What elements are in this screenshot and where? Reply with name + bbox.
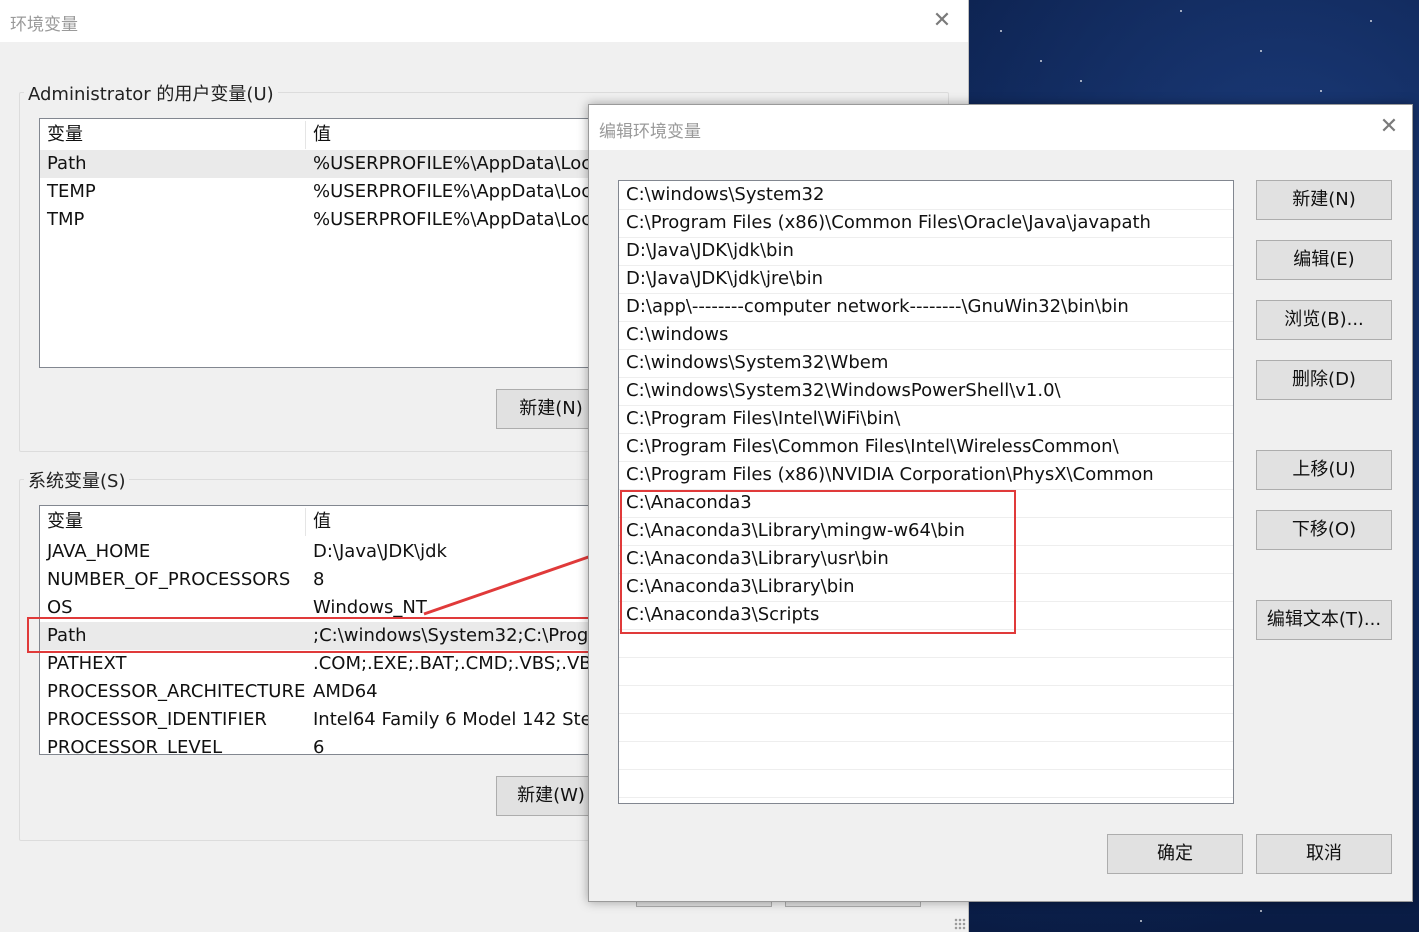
row-variable: NUMBER_OF_PROCESSORS <box>47 569 291 590</box>
row-variable: PROCESSOR_LEVEL <box>47 737 223 755</box>
row-value: .COM;.EXE;.BAT;.CMD;.VBS;.VBE;. <box>313 653 601 674</box>
list-item[interactable]: D:\app\--------computer network--------\… <box>619 293 1233 322</box>
ok-button[interactable]: 确定 <box>1107 834 1243 874</box>
window-title: 环境变量 <box>10 15 78 35</box>
table-row[interactable]: JAVA_HOME D:\Java\JDK\jdk <box>40 538 600 566</box>
row-variable: Path <box>47 153 87 174</box>
table-row[interactable]: PROCESSOR_LEVEL 6 <box>40 734 600 755</box>
browse-button[interactable]: 浏览(B)... <box>1256 300 1392 340</box>
table-row[interactable]: PROCESSOR_ARCHITECTURE AMD64 <box>40 678 600 706</box>
list-item-empty[interactable] <box>619 713 1233 742</box>
row-value: AMD64 <box>313 681 378 702</box>
header-value[interactable]: 值 <box>313 121 331 149</box>
header-variable[interactable]: 变量 <box>47 508 83 536</box>
table-row[interactable]: NUMBER_OF_PROCESSORS 8 <box>40 566 600 594</box>
close-icon[interactable]: ✕ <box>1379 116 1399 138</box>
list-item[interactable]: D:\Java\JDK\jdk\jre\bin <box>619 265 1233 294</box>
list-header: 变量 值 <box>40 508 600 536</box>
column-separator[interactable] <box>305 121 306 149</box>
dialog-title: 编辑环境变量 <box>599 122 701 142</box>
edit-text-button[interactable]: 编辑文本(T)... <box>1256 600 1392 640</box>
anaconda-entries-highlight <box>620 490 1016 634</box>
new-button[interactable]: 新建(N) <box>1256 180 1392 220</box>
table-row[interactable]: TMP %USERPROFILE%\AppData\Loca <box>40 206 600 234</box>
list-header: 变量 值 <box>40 121 600 149</box>
list-item[interactable]: C:\Program Files\Common Files\Intel\Wire… <box>619 433 1233 462</box>
path-row-highlight <box>27 617 594 653</box>
table-row[interactable]: PATHEXT .COM;.EXE;.BAT;.CMD;.VBS;.VBE;. <box>40 650 600 678</box>
row-variable: JAVA_HOME <box>47 541 151 562</box>
table-row[interactable]: Path %USERPROFILE%\AppData\Loca <box>40 150 600 178</box>
row-variable: TEMP <box>47 181 96 202</box>
row-value: 8 <box>313 569 325 590</box>
column-separator[interactable] <box>305 508 306 536</box>
list-item[interactable]: C:\Program Files (x86)\NVIDIA Corporatio… <box>619 461 1233 490</box>
list-item-empty[interactable] <box>619 657 1233 686</box>
header-variable[interactable]: 变量 <box>47 121 83 149</box>
title-bar: 环境变量 ✕ <box>0 0 968 42</box>
list-item[interactable]: D:\Java\JDK\jdk\bin <box>619 237 1233 266</box>
list-item[interactable]: C:\windows\System32\WindowsPowerShell\v1… <box>619 377 1233 406</box>
row-value: %USERPROFILE%\AppData\Loca <box>313 153 601 174</box>
row-value: 6 <box>313 737 325 755</box>
row-variable: PROCESSOR_IDENTIFIER <box>47 709 267 730</box>
table-row[interactable]: TEMP %USERPROFILE%\AppData\Loca <box>40 178 600 206</box>
row-variable: TMP <box>47 209 85 230</box>
move-up-button[interactable]: 上移(U) <box>1256 450 1392 490</box>
user-variables-list[interactable]: 变量 值 Path %USERPROFILE%\AppData\Loca TEM… <box>39 118 601 368</box>
row-value: D:\Java\JDK\jdk <box>313 541 447 562</box>
list-item-empty[interactable] <box>619 685 1233 714</box>
edit-button[interactable]: 编辑(E) <box>1256 240 1392 280</box>
list-item-empty[interactable] <box>619 741 1233 770</box>
user-variables-label: Administrator 的用户变量(U) <box>24 80 278 106</box>
table-row[interactable]: PROCESSOR_IDENTIFIER Intel64 Family 6 Mo… <box>40 706 600 734</box>
delete-button[interactable]: 删除(D) <box>1256 360 1392 400</box>
row-value: %USERPROFILE%\AppData\Loca <box>313 209 601 230</box>
header-value[interactable]: 值 <box>313 508 331 536</box>
resize-grip-icon[interactable] <box>954 918 966 930</box>
list-item[interactable]: C:\windows\System32\Wbem <box>619 349 1233 378</box>
list-item-empty[interactable] <box>619 769 1233 798</box>
row-variable: PROCESSOR_ARCHITECTURE <box>47 681 306 702</box>
edit-environment-variable-dialog: 编辑环境变量 ✕ C:\windows\System32 C:\Program … <box>588 104 1413 902</box>
move-down-button[interactable]: 下移(O) <box>1256 510 1392 550</box>
close-icon[interactable]: ✕ <box>932 10 952 32</box>
dialog-title-bar: 编辑环境变量 ✕ <box>589 105 1412 150</box>
row-variable: PATHEXT <box>47 653 127 674</box>
row-value: %USERPROFILE%\AppData\Loca <box>313 181 601 202</box>
system-variables-label: 系统变量(S) <box>24 467 130 493</box>
list-item[interactable]: C:\windows\System32 <box>619 181 1233 210</box>
list-item[interactable]: C:\Program Files (x86)\Common Files\Orac… <box>619 209 1233 238</box>
cancel-button[interactable]: 取消 <box>1256 834 1392 874</box>
list-item[interactable]: C:\Program Files\Intel\WiFi\bin\ <box>619 405 1233 434</box>
row-value: Intel64 Family 6 Model 142 Step <box>313 709 601 730</box>
list-item[interactable]: C:\windows <box>619 321 1233 350</box>
